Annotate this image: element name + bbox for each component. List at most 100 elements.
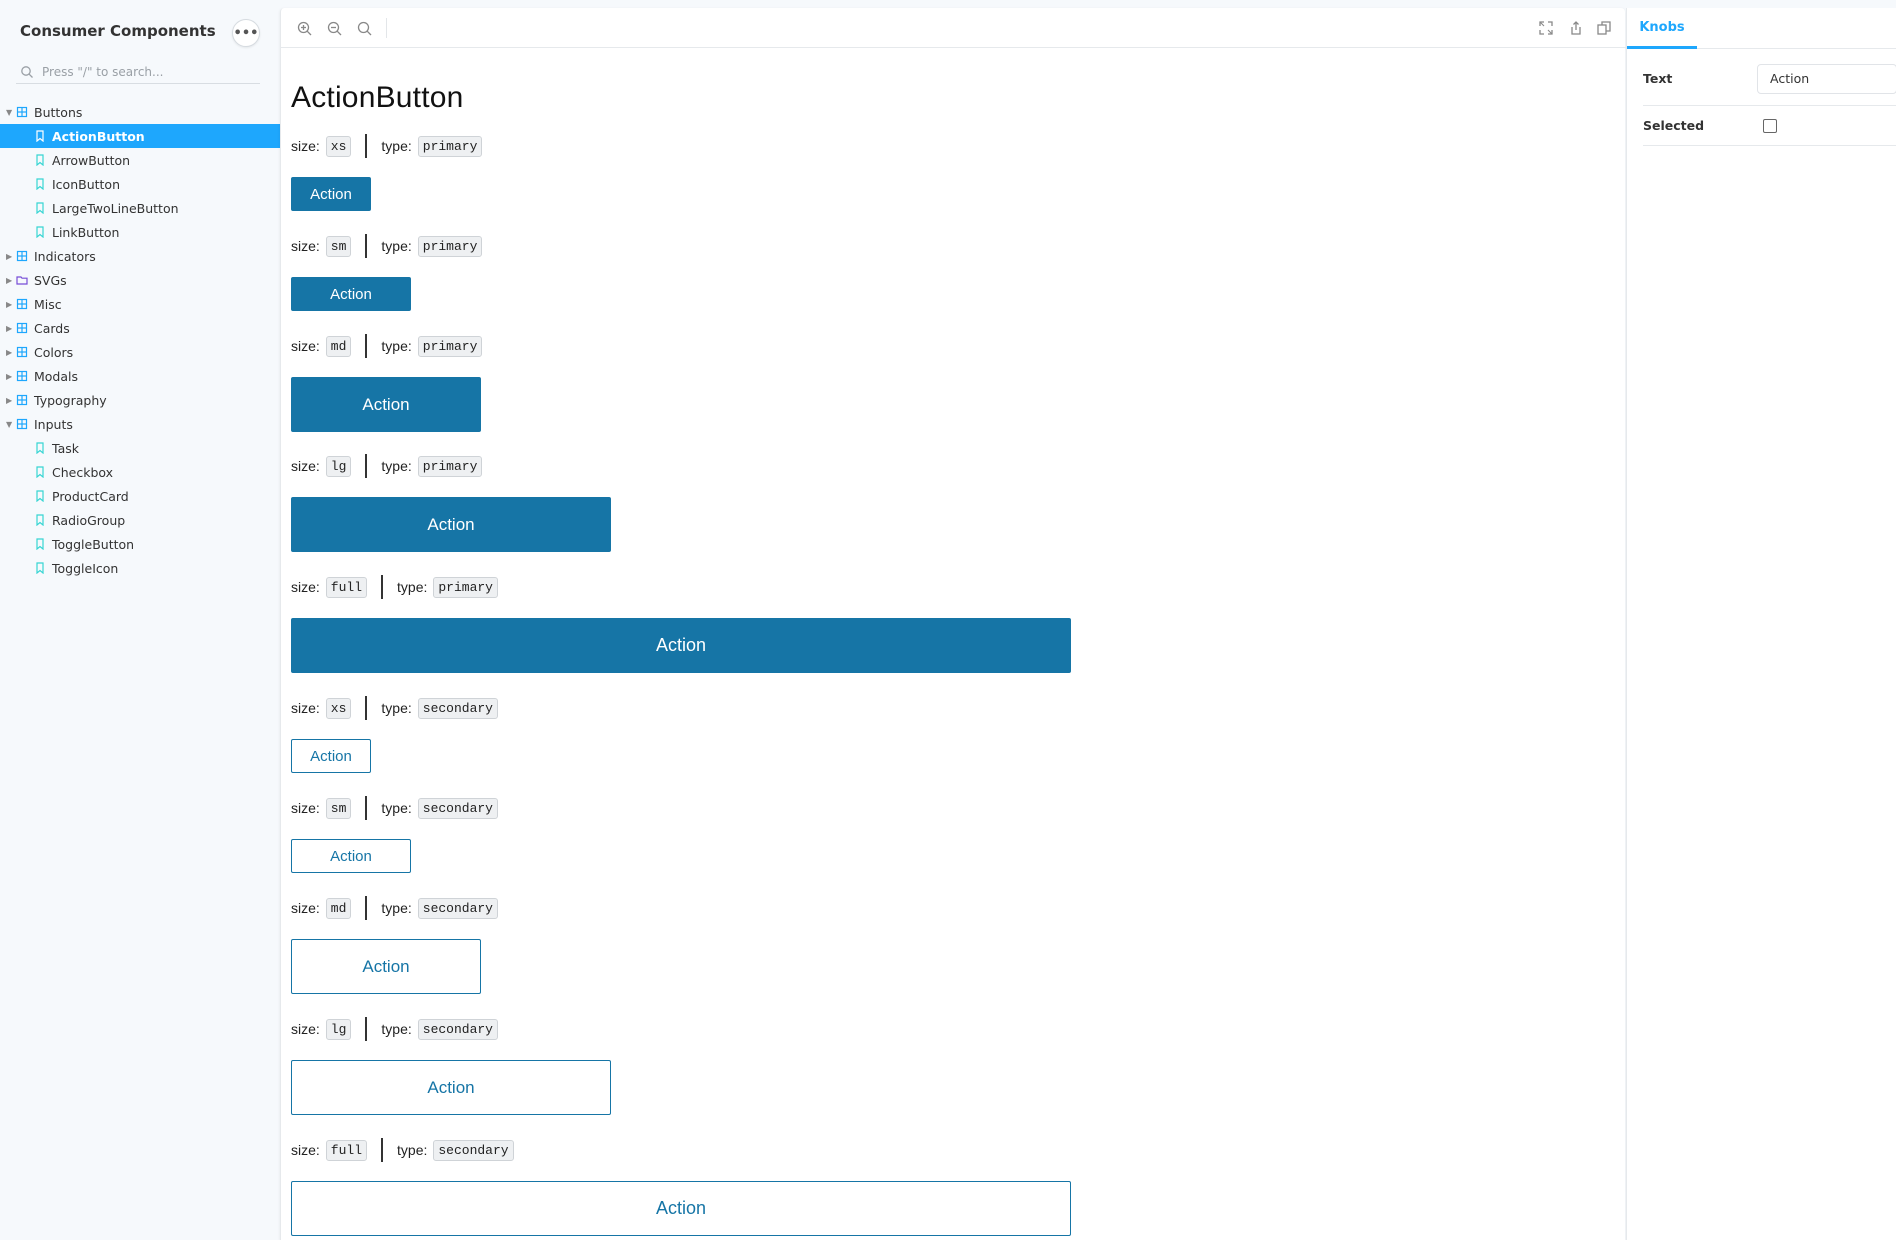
search-input[interactable] [42,64,242,79]
action-button-secondary-sm[interactable]: Action [291,839,411,873]
sidebar-group[interactable]: ▶ Colors [0,340,280,364]
sidebar-group[interactable]: ▶ Cards [0,316,280,340]
sidebar-story[interactable]: ActionButton [0,124,280,148]
sidebar-group[interactable]: ▶ SVGs [0,268,280,292]
meta-divider [381,1138,384,1162]
action-button-secondary-xs[interactable]: Action [291,739,371,773]
component-icon [16,418,28,430]
caret-right-icon: ▶ [6,275,13,285]
size-value: lg [325,455,352,477]
type-label: type: [381,338,412,354]
preview-toolbar [281,8,1626,48]
sidebar-item-label: IconButton [52,176,120,192]
sidebar-item-label: Indicators [34,248,96,264]
sidebar-story[interactable]: Checkbox [0,460,280,484]
component-icon [16,250,28,262]
size-label: size: [291,1142,320,1158]
sidebar-item-label: RadioGroup [52,512,126,528]
sidebar-group[interactable]: ▼ Inputs [0,412,280,436]
sidebar-item-label: Cards [34,320,70,336]
fullscreen-icon [1539,21,1553,35]
copy-icon [1597,21,1611,35]
variant-meta: size: xs type: primary [291,134,483,158]
sidebar-story[interactable]: ToggleButton [0,532,280,556]
sidebar-group[interactable]: ▶ Typography [0,388,280,412]
action-button-primary-lg[interactable]: Action [291,497,611,552]
variant-meta: size: full type: primary [291,575,498,599]
zoom-in-icon [297,21,311,35]
more-options-button[interactable]: ••• [232,19,260,47]
variant-meta: size: sm type: primary [291,234,483,258]
panel-tabs: Knobs [1627,8,1896,49]
knob-text-input[interactable] [1757,63,1896,94]
variant-meta: size: lg type: primary [291,454,483,478]
bookmark-icon [36,562,44,574]
size-label: size: [291,579,320,595]
sidebar-story[interactable]: ToggleIcon [0,556,280,580]
share-button[interactable] [1567,19,1585,37]
meta-divider [365,134,368,158]
zoom-reset-button[interactable] [355,19,373,37]
type-label: type: [381,458,412,474]
knob-selected-label: Selected [1643,118,1705,133]
knob-text-row: Text [1643,52,1896,106]
zoom-reset-icon [357,21,371,35]
action-button-primary-full[interactable]: Action [291,618,1071,673]
sidebar-item-label: Misc [34,296,62,312]
tab-knobs[interactable]: Knobs [1627,8,1697,49]
size-label: size: [291,338,320,354]
size-label: size: [291,800,320,816]
sidebar-story[interactable]: LargeTwoLineButton [0,196,280,220]
caret-right-icon: ▶ [6,251,13,261]
type-label: type: [381,238,412,254]
sidebar-story[interactable]: IconButton [0,172,280,196]
caret-down-icon: ▼ [6,419,13,429]
sidebar-story[interactable]: Task [0,436,280,460]
meta-divider [381,575,384,599]
action-button-secondary-md[interactable]: Action [291,939,481,994]
meta-divider [365,234,368,258]
sidebar-story[interactable]: RadioGroup [0,508,280,532]
sidebar-group[interactable]: ▶ Misc [0,292,280,316]
size-label: size: [291,238,320,254]
size-label: size: [291,900,320,916]
sidebar-item-label: Inputs [34,416,73,432]
component-icon [16,322,28,334]
knob-selected-checkbox[interactable] [1763,118,1777,133]
zoom-in-button[interactable] [295,19,313,37]
bookmark-icon [36,226,44,238]
sidebar-group[interactable]: ▶ Modals [0,364,280,388]
type-value: secondary [417,1018,498,1040]
component-icon [16,394,28,406]
fullscreen-button[interactable] [1537,19,1555,37]
sidebar-story[interactable]: LinkButton [0,220,280,244]
bookmark-icon [36,442,44,454]
action-button-primary-xs[interactable]: Action [291,177,371,211]
bookmark-icon [36,154,44,166]
story-content: ActionButton [291,58,1611,115]
action-button-primary-md[interactable]: Action [291,377,481,432]
bookmark-icon [36,514,44,526]
sidebar-item-label: SVGs [34,272,67,288]
action-button-secondary-lg[interactable]: Action [291,1060,611,1115]
type-label: type: [381,900,412,916]
action-button-secondary-full[interactable]: Action [291,1181,1071,1236]
meta-divider [365,334,368,358]
size-label: size: [291,700,320,716]
share-icon [1571,21,1581,35]
sidebar-story[interactable]: ProductCard [0,484,280,508]
sidebar-story[interactable]: ArrowButton [0,148,280,172]
sidebar-group[interactable]: ▶ Indicators [0,244,280,268]
component-icon [16,346,28,358]
action-button-primary-sm[interactable]: Action [291,277,411,311]
type-value: primary [417,135,483,157]
copy-link-button[interactable] [1595,19,1613,37]
type-label: type: [381,1021,412,1037]
bookmark-icon [36,202,44,214]
search-icon [21,65,33,78]
sidebar-item-label: Modals [34,368,79,384]
zoom-out-button[interactable] [325,19,343,37]
sidebar-item-label: ActionButton [52,128,145,144]
story-tree: ▼ Buttons ActionButton ArrowButton IconButto… [0,100,280,580]
sidebar-group[interactable]: ▼ Buttons [0,100,280,124]
